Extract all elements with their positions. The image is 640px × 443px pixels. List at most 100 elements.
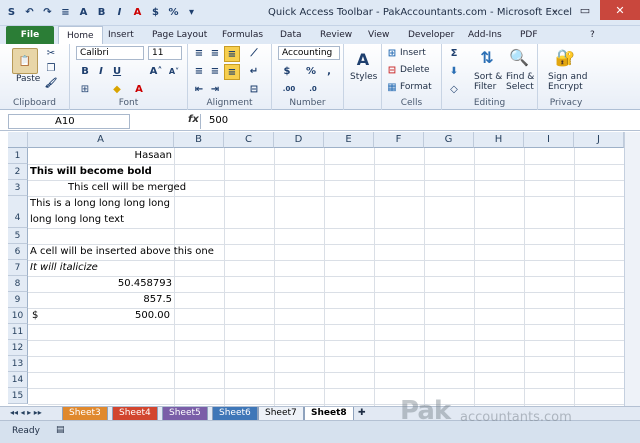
maximize-icon[interactable]: ▭ <box>570 0 600 20</box>
select-all-corner[interactable] <box>8 132 28 148</box>
filter-button-label[interactable]: Filter <box>474 82 496 92</box>
row-header[interactable]: 11 <box>8 324 28 340</box>
underline-icon[interactable]: U <box>110 64 124 78</box>
top-align-icon[interactable]: ≡ <box>192 46 206 60</box>
sign-encrypt-icon[interactable]: 🔐 <box>554 46 576 68</box>
row-header[interactable]: 14 <box>8 372 28 388</box>
cell-a3[interactable]: This cell will be merged <box>68 180 186 196</box>
row-header[interactable]: 5 <box>8 228 28 244</box>
worksheet-grid[interactable]: A B C D E F G H I J 1 2 3 4 5 6 7 8 9 10… <box>8 132 624 406</box>
row-header[interactable]: 15 <box>8 388 28 404</box>
increase-decimal-icon[interactable]: .00 <box>280 82 298 96</box>
macro-record-icon[interactable]: ▤ <box>56 425 65 435</box>
sheet-tab-sheet6[interactable]: Sheet6 <box>212 407 258 421</box>
minimize-icon[interactable]: – <box>540 0 570 20</box>
bottom-align-icon[interactable]: ≡ <box>224 46 240 62</box>
format-cells-button[interactable]: Format <box>400 82 432 92</box>
tab-formulas[interactable]: Formulas <box>222 26 263 44</box>
sheet-tab-sheet7[interactable]: Sheet7 <box>258 407 304 421</box>
cell-a4-line1[interactable]: This is a long long long long <box>30 196 170 212</box>
insert-sheet-icon[interactable]: ✚ <box>358 408 366 418</box>
fill-icon[interactable]: ⬇ <box>448 64 460 78</box>
number-format-dropdown[interactable]: Accounting <box>278 46 340 60</box>
help-icon[interactable]: ? <box>590 26 595 44</box>
fill-color-icon[interactable]: ◆ <box>110 82 124 96</box>
row-header[interactable]: 12 <box>8 340 28 356</box>
close-icon[interactable]: ✕ <box>600 0 640 20</box>
column-header-j[interactable]: J <box>574 132 624 148</box>
row-header[interactable]: 6 <box>8 244 28 260</box>
tab-add-ins[interactable]: Add-Ins <box>468 26 502 44</box>
autosum-icon[interactable]: Σ <box>448 46 460 60</box>
cell-a1[interactable]: Hasaan <box>30 148 172 164</box>
align-center-icon[interactable]: ≡ <box>208 64 222 78</box>
borders-icon[interactable]: ⊞ <box>78 82 92 96</box>
find-button-label[interactable]: Find & <box>506 72 534 82</box>
row-header[interactable]: 8 <box>8 276 28 292</box>
qat-percent-icon[interactable]: % <box>166 4 181 20</box>
tab-data[interactable]: Data <box>280 26 302 44</box>
insert-function-icon[interactable]: fx <box>188 114 199 125</box>
save-icon[interactable]: S <box>4 4 19 20</box>
insert-cells-icon[interactable]: ⊞ <box>386 47 398 59</box>
tab-file[interactable]: File <box>6 26 54 44</box>
delete-cells-icon[interactable]: ⊟ <box>386 64 398 76</box>
paste-button-label[interactable]: Paste <box>16 74 40 84</box>
row-header[interactable]: 13 <box>8 356 28 372</box>
qat-wrap-icon[interactable]: ≡ <box>58 4 73 20</box>
accounting-format-icon[interactable]: $ <box>280 64 294 78</box>
tab-pdf[interactable]: PDF <box>520 26 538 44</box>
redo-icon[interactable]: ↷ <box>40 4 55 20</box>
qat-fontcolor-icon[interactable]: A <box>130 4 145 20</box>
cell-a8[interactable]: 50.458793 <box>30 276 172 292</box>
italic-icon[interactable]: I <box>94 64 108 78</box>
sheet-nav-icon[interactable]: ◂◂ ◂ ▸ ▸▸ <box>10 408 42 417</box>
undo-icon[interactable]: ↶ <box>22 4 37 20</box>
row-header[interactable]: 2 <box>8 164 28 180</box>
qat-currency-icon[interactable]: $ <box>148 4 163 20</box>
insert-cells-button[interactable]: Insert <box>400 48 426 58</box>
column-header-a[interactable]: A <box>28 132 174 148</box>
cut-icon[interactable]: ✂ <box>44 47 58 59</box>
formula-input[interactable]: 500 <box>200 114 624 129</box>
sheet-tab-sheet4[interactable]: Sheet4 <box>112 407 158 421</box>
qat-customize-icon[interactable]: ▾ <box>184 4 199 20</box>
sort-filter-icon[interactable]: ⇅ <box>476 46 498 68</box>
wrap-text-icon[interactable]: ↵ <box>246 64 262 78</box>
row-header[interactable]: 3 <box>8 180 28 196</box>
qat-bold-icon[interactable]: B <box>94 4 109 20</box>
select-button-label[interactable]: Select <box>506 82 534 92</box>
column-header-g[interactable]: G <box>424 132 474 148</box>
qat-font-icon[interactable]: A <box>76 4 91 20</box>
bold-icon[interactable]: B <box>78 64 92 78</box>
row-header[interactable]: 1 <box>8 148 28 164</box>
sheet-tab-sheet5[interactable]: Sheet5 <box>162 407 208 421</box>
tab-home[interactable]: Home <box>58 26 103 44</box>
cell-a6[interactable]: A cell will be inserted above this one <box>30 244 214 260</box>
styles-icon[interactable]: A <box>352 48 374 70</box>
cell-a2[interactable]: This will become bold <box>30 164 152 180</box>
column-header-f[interactable]: F <box>374 132 424 148</box>
comma-style-icon[interactable]: , <box>322 64 336 78</box>
font-name-dropdown[interactable]: Calibri <box>76 46 144 60</box>
row-header[interactable]: 10 <box>8 308 28 324</box>
row-header[interactable]: 4 <box>8 196 28 228</box>
tab-developer[interactable]: Developer <box>408 26 454 44</box>
column-header-e[interactable]: E <box>324 132 374 148</box>
column-header-i[interactable]: I <box>524 132 574 148</box>
sort-button-label[interactable]: Sort & <box>474 72 502 82</box>
grow-font-icon[interactable]: A˄ <box>148 64 164 78</box>
shrink-font-icon[interactable]: A˅ <box>166 64 182 78</box>
middle-align-icon[interactable]: ≡ <box>208 46 222 60</box>
font-color-icon[interactable]: A <box>132 82 146 96</box>
sheet-tab-sheet3[interactable]: Sheet3 <box>62 407 108 421</box>
paste-icon[interactable]: 📋 <box>12 48 38 74</box>
font-size-dropdown[interactable]: 11 <box>148 46 182 60</box>
row-header[interactable]: 7 <box>8 260 28 276</box>
orientation-icon[interactable]: ⟋ <box>246 46 262 60</box>
delete-cells-button[interactable]: Delete <box>400 65 430 75</box>
column-header-d[interactable]: D <box>274 132 324 148</box>
clear-icon[interactable]: ◇ <box>448 82 460 96</box>
sheet-tab-sheet8[interactable]: Sheet8 <box>304 407 354 421</box>
sign-button-label[interactable]: Sign and <box>548 72 587 82</box>
